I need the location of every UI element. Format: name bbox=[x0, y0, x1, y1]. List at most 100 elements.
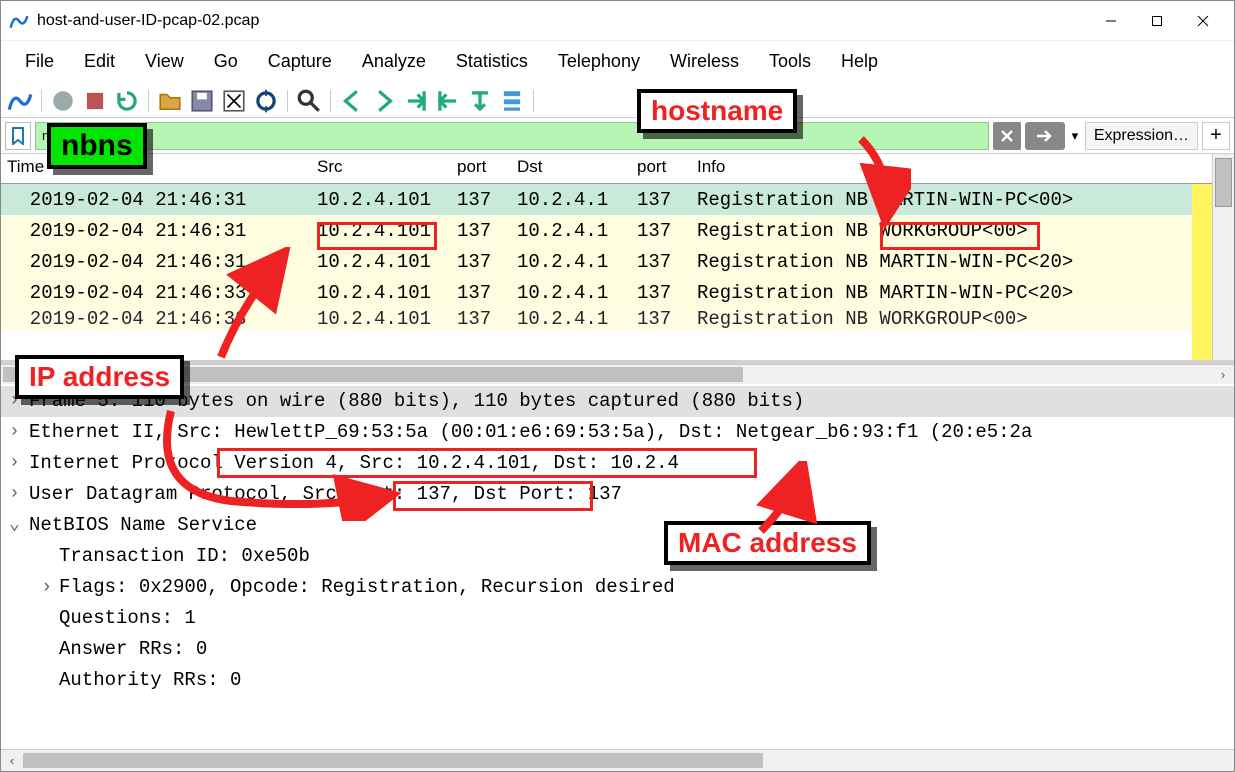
cell-src: 10.2.4.101 bbox=[311, 217, 451, 245]
display-filter-input[interactable] bbox=[35, 122, 989, 150]
filter-dropdown-icon[interactable]: ▾ bbox=[1069, 128, 1081, 144]
packet-row[interactable]: 2019-02-04 21:46:3110.2.4.101 13710.2.4.1… bbox=[1, 246, 1234, 277]
menu-file[interactable]: File bbox=[25, 51, 54, 72]
packet-marker-bar bbox=[1192, 184, 1212, 360]
col-port2[interactable]: port bbox=[631, 154, 691, 183]
go-forward-icon[interactable] bbox=[371, 88, 397, 114]
close-button[interactable] bbox=[1180, 6, 1226, 36]
col-src[interactable]: Src bbox=[311, 154, 451, 183]
cell-time: 2019-02-04 21:46:31 bbox=[1, 217, 311, 245]
start-capture-icon[interactable] bbox=[50, 88, 76, 114]
cell-src: 10.2.4.101 bbox=[311, 248, 451, 276]
cell-time: 2019-02-04 21:46:33 bbox=[1, 308, 311, 330]
annot-nbns: nbns bbox=[47, 123, 147, 169]
open-file-icon[interactable] bbox=[157, 88, 183, 114]
menu-bar: File Edit View Go Capture Analyze Statis… bbox=[1, 41, 1234, 84]
cell-time: 2019-02-04 21:46:31 bbox=[1, 248, 311, 276]
cell-time: 2019-02-04 21:46:31 bbox=[1, 186, 311, 214]
autoscroll-icon[interactable] bbox=[499, 88, 525, 114]
menu-capture[interactable]: Capture bbox=[268, 51, 332, 72]
cell-dst: 10.2.4.1 bbox=[511, 217, 631, 245]
ip-line[interactable]: Internet Protocol Version 4, Src: 10.2.4… bbox=[1, 448, 1234, 479]
cell-port1: 137 bbox=[451, 186, 511, 214]
cell-port1: 137 bbox=[451, 279, 511, 307]
go-last-icon[interactable] bbox=[467, 88, 493, 114]
clear-filter-icon[interactable] bbox=[993, 122, 1021, 150]
restart-capture-icon[interactable] bbox=[114, 88, 140, 114]
cell-src: 10.2.4.101 bbox=[311, 308, 451, 330]
cell-info: Registration NB MARTIN-WIN-PC<20> bbox=[691, 248, 1234, 276]
cell-port1: 137 bbox=[451, 308, 511, 330]
cell-port1: 137 bbox=[451, 217, 511, 245]
cell-dst: 10.2.4.1 bbox=[511, 308, 631, 330]
find-icon[interactable] bbox=[296, 88, 322, 114]
annot-hostname: hostname bbox=[637, 89, 797, 133]
bookmark-icon[interactable] bbox=[5, 122, 31, 150]
go-to-packet-icon[interactable] bbox=[403, 88, 429, 114]
apply-filter-icon[interactable] bbox=[1025, 122, 1065, 150]
stop-capture-icon[interactable] bbox=[82, 88, 108, 114]
packet-row[interactable]: 2019-02-04 21:46:3110.2.4.10113710.2.4.1… bbox=[1, 184, 1234, 215]
maximize-button[interactable] bbox=[1134, 6, 1180, 36]
menu-tools[interactable]: Tools bbox=[769, 51, 811, 72]
packet-hscrollbar[interactable]: › bbox=[1, 364, 1234, 384]
txid-line[interactable]: Transaction ID: 0xe50b bbox=[1, 541, 1234, 572]
questions-line[interactable]: Questions: 1 bbox=[1, 603, 1234, 634]
cell-port2: 137 bbox=[631, 279, 691, 307]
menu-statistics[interactable]: Statistics bbox=[456, 51, 528, 72]
frame-line[interactable]: Frame 5: 110 bytes on wire (880 bits), 1… bbox=[1, 386, 1234, 417]
add-filter-button[interactable]: + bbox=[1202, 122, 1230, 150]
filter-toolbar: ▾ Expression… + bbox=[1, 118, 1234, 154]
cell-info: Registration NB MARTIN-WIN-PC<00> bbox=[691, 186, 1234, 214]
bottom-hscrollbar[interactable]: ‹ bbox=[1, 749, 1234, 771]
go-first-icon[interactable] bbox=[435, 88, 461, 114]
close-file-icon[interactable] bbox=[221, 88, 247, 114]
main-toolbar bbox=[1, 84, 1234, 118]
cell-dst: 10.2.4.1 bbox=[511, 248, 631, 276]
packet-row[interactable]: 2019-02-04 21:46:3310.2.4.10113710.2.4.1… bbox=[1, 308, 1234, 330]
cell-src: 10.2.4.101 bbox=[311, 186, 451, 214]
titlebar: host-and-user-ID-pcap-02.pcap bbox=[1, 1, 1234, 41]
menu-edit[interactable]: Edit bbox=[84, 51, 115, 72]
cell-port2: 137 bbox=[631, 186, 691, 214]
col-port1[interactable]: port bbox=[451, 154, 511, 183]
authority-line[interactable]: Authority RRs: 0 bbox=[1, 665, 1234, 696]
cell-port2: 137 bbox=[631, 217, 691, 245]
flags-line[interactable]: Flags: 0x2900, Opcode: Registration, Rec… bbox=[1, 572, 1234, 603]
menu-telephony[interactable]: Telephony bbox=[558, 51, 640, 72]
packet-row[interactable]: 2019-02-04 21:46:3110.2.4.10113710.2.4.1… bbox=[1, 215, 1234, 246]
annot-mac: MAC address bbox=[664, 521, 871, 565]
ethernet-line[interactable]: Ethernet II, Src: HewlettP_69:53:5a (00:… bbox=[1, 417, 1234, 448]
menu-analyze[interactable]: Analyze bbox=[362, 51, 426, 72]
packet-details-pane[interactable]: Frame 5: 110 bytes on wire (880 bits), 1… bbox=[1, 384, 1234, 714]
col-info[interactable]: Info bbox=[691, 154, 1234, 183]
packet-list-pane: Time Src port Dst port Info 2019-02-04 2… bbox=[1, 154, 1234, 364]
annot-ip: IP address bbox=[15, 355, 184, 399]
go-back-icon[interactable] bbox=[339, 88, 365, 114]
cell-info: Registration NB MARTIN-WIN-PC<20> bbox=[691, 279, 1234, 307]
wireshark-logo-icon[interactable] bbox=[7, 88, 33, 114]
menu-view[interactable]: View bbox=[145, 51, 184, 72]
window-controls bbox=[1088, 6, 1226, 36]
packet-rows[interactable]: 2019-02-04 21:46:3110.2.4.10113710.2.4.1… bbox=[1, 184, 1234, 330]
cell-src: 10.2.4.101 bbox=[311, 279, 451, 307]
expression-button[interactable]: Expression… bbox=[1085, 122, 1198, 150]
reload-icon[interactable] bbox=[253, 88, 279, 114]
packet-vscrollbar[interactable]: ˆ bbox=[1212, 154, 1234, 360]
menu-go[interactable]: Go bbox=[214, 51, 238, 72]
cell-dst: 10.2.4.1 bbox=[511, 279, 631, 307]
udp-line[interactable]: User Datagram Protocol, Src Port: 137, D… bbox=[1, 479, 1234, 510]
packet-list-header: Time Src port Dst port Info bbox=[1, 154, 1234, 184]
save-file-icon[interactable] bbox=[189, 88, 215, 114]
menu-wireless[interactable]: Wireless bbox=[670, 51, 739, 72]
cell-time: 2019-02-04 21:46:33 bbox=[1, 279, 311, 307]
answers-line[interactable]: Answer RRs: 0 bbox=[1, 634, 1234, 665]
menu-help[interactable]: Help bbox=[841, 51, 878, 72]
wireshark-icon bbox=[9, 11, 29, 31]
cell-info: Registration NB WORKGROUP<00> bbox=[691, 217, 1234, 245]
cell-port2: 137 bbox=[631, 248, 691, 276]
nbns-line[interactable]: NetBIOS Name Service bbox=[1, 510, 1234, 541]
minimize-button[interactable] bbox=[1088, 6, 1134, 36]
packet-row[interactable]: 2019-02-04 21:46:3310.2.4.10113710.2.4.1… bbox=[1, 277, 1234, 308]
col-dst[interactable]: Dst bbox=[511, 154, 631, 183]
